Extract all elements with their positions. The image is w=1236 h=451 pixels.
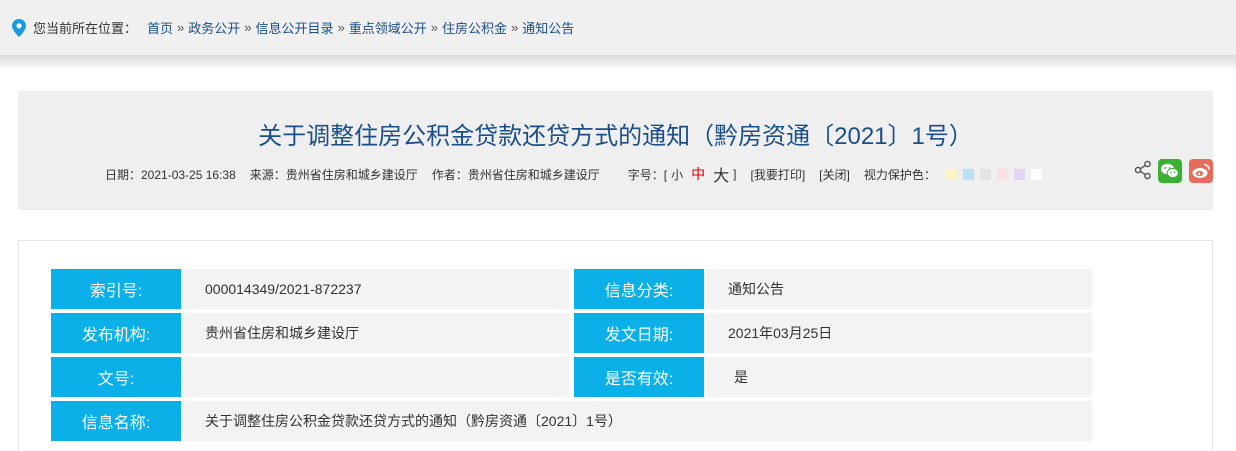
swatch-white[interactable] <box>1030 168 1042 180</box>
weibo-icon[interactable] <box>1189 159 1213 183</box>
doc-number-value <box>181 357 569 397</box>
breadcrumb-home[interactable]: 首页 <box>147 18 173 37</box>
breadcrumb: 您当前所在位置： 首页 » 政务公开 » 信息公开目录 » 重点领域公开 » 住… <box>0 0 1236 56</box>
breadcrumb-notices[interactable]: 通知公告 <box>522 18 574 37</box>
font-size-label: 字号：[ <box>627 167 668 182</box>
breadcrumb-key-areas[interactable]: 重点领域公开 <box>349 18 427 37</box>
publish-date: 日期：2021-03-25 16:38 <box>105 167 236 182</box>
swatch-blue[interactable] <box>962 168 974 180</box>
font-large-button[interactable]: 大 <box>713 162 729 186</box>
article-author: 作者：贵州省住房和城乡建设厅 <box>431 167 600 182</box>
header-shadow <box>0 56 1236 70</box>
breadcrumb-separator: » <box>337 20 345 35</box>
issue-date-value: 2021年03月25日 <box>704 313 1092 353</box>
info-name-value: 关于调整住房公积金贷款还贷方式的通知（黔房资通〔2021〕1号） <box>181 401 1092 441</box>
category-label: 信息分类: <box>574 269 711 309</box>
category-value: 通知公告 <box>704 269 1092 309</box>
breadcrumb-label: 您当前所在位置： <box>33 21 138 36</box>
publisher-value: 贵州省住房和城乡建设厅 <box>181 313 569 353</box>
index-label: 索引号: <box>51 269 188 309</box>
font-small-button[interactable]: 小 <box>671 166 683 183</box>
article-title: 关于调整住房公积金贷款还贷方式的通知（黔房资通〔2021〕1号） <box>258 123 973 150</box>
print-button[interactable]: [我要打印] <box>751 166 806 183</box>
swatch-gray[interactable] <box>979 168 991 180</box>
valid-label: 是否有效: <box>574 357 711 397</box>
breadcrumb-separator: » <box>244 20 252 35</box>
breadcrumb-separator: » <box>177 20 185 35</box>
article-header: 关于调整住房公积金贷款还贷方式的通知（黔房资通〔2021〕1号） 日期：2021… <box>18 91 1213 210</box>
swatch-yellow[interactable] <box>945 168 957 180</box>
breadcrumb-info-catalog[interactable]: 信息公开目录 <box>256 18 334 37</box>
swatch-purple[interactable] <box>1013 168 1025 180</box>
breadcrumb-gov-affairs[interactable]: 政务公开 <box>188 18 240 37</box>
valid-value: 是 <box>704 357 1092 397</box>
article-source: 来源：贵州省住房和城乡建设厅 <box>249 167 418 182</box>
eye-protect-label: 视力保护色： <box>863 167 936 182</box>
share-icon[interactable] <box>1134 159 1152 181</box>
swatch-pink[interactable] <box>996 168 1008 180</box>
breadcrumb-separator: » <box>430 20 439 35</box>
info-panel: 索引号: 000014349/2021-872237 信息分类: 通知公告 发布… <box>18 240 1213 451</box>
eye-protect-swatches <box>940 168 1042 180</box>
font-size-control: 字号：[ 小 中 大 ] <box>628 162 737 186</box>
index-value: 000014349/2021-872237 <box>181 269 569 309</box>
font-size-bracket: ] <box>733 167 737 181</box>
info-name-label: 信息名称: <box>51 401 188 441</box>
doc-number-label: 文号: <box>51 357 188 397</box>
close-button[interactable]: [关闭] <box>819 166 850 183</box>
breadcrumb-housing-fund[interactable]: 住房公积金 <box>442 18 507 37</box>
font-medium-button[interactable]: 中 <box>691 164 705 184</box>
wechat-icon[interactable] <box>1158 159 1182 183</box>
issue-date-label: 发文日期: <box>574 313 711 353</box>
location-pin-icon <box>12 18 26 37</box>
article-meta: 日期：2021-03-25 16:38 来源：贵州省住房和城乡建设厅 作者：贵州… <box>105 162 1042 186</box>
breadcrumb-separator: » <box>511 20 519 35</box>
publisher-label: 发布机构: <box>51 313 188 353</box>
